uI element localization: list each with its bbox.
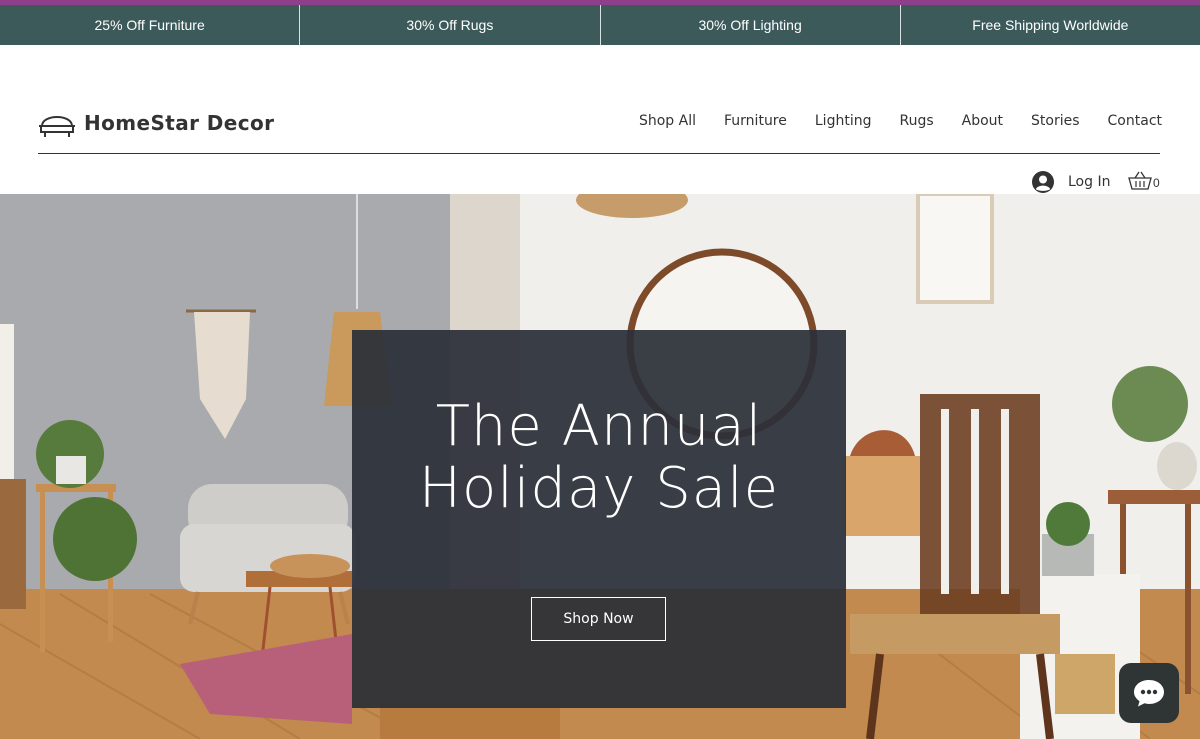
login-label: Log In bbox=[1068, 174, 1111, 190]
login-button[interactable]: Log In bbox=[1032, 171, 1110, 193]
hero-title: The Annual Holiday Sale bbox=[352, 396, 846, 520]
cart-count: 0 bbox=[1153, 176, 1160, 190]
user-avatar-icon bbox=[1032, 171, 1054, 193]
chat-bubble-icon bbox=[1134, 680, 1164, 707]
promo-furniture[interactable]: 25% Off Furniture bbox=[0, 5, 301, 45]
sofa-logo-icon bbox=[39, 116, 75, 137]
brand-logo[interactable]: HomeStar Decor bbox=[38, 107, 274, 139]
nav-contact[interactable]: Contact bbox=[1108, 113, 1162, 129]
nav-furniture[interactable]: Furniture bbox=[724, 113, 787, 129]
nav-shop-all[interactable]: Shop All bbox=[639, 113, 696, 129]
chat-button[interactable] bbox=[1119, 663, 1179, 723]
brand-name: HomeStar Decor bbox=[84, 111, 275, 135]
hero-title-line2: Holiday Sale bbox=[418, 456, 780, 521]
cart-button[interactable]: 0 bbox=[1128, 171, 1160, 191]
hero-title-line1: The Annual bbox=[435, 394, 763, 459]
promo-rugs[interactable]: 30% Off Rugs bbox=[300, 5, 601, 45]
nav-stories[interactable]: Stories bbox=[1031, 113, 1080, 129]
main-nav: Shop All Furniture Lighting Rugs About S… bbox=[639, 113, 1162, 129]
basket-icon bbox=[1128, 171, 1152, 190]
nav-lighting[interactable]: Lighting bbox=[815, 113, 872, 129]
shop-now-button[interactable]: Shop Now bbox=[531, 597, 666, 641]
hero-banner: The Annual Holiday Sale Shop Now bbox=[0, 194, 1200, 739]
promo-lighting[interactable]: 30% Off Lighting bbox=[601, 5, 901, 45]
promo-shipping[interactable]: Free Shipping Worldwide bbox=[901, 5, 1200, 45]
promo-bar: 25% Off Furniture 30% Off Rugs 30% Off L… bbox=[0, 5, 1200, 45]
hero-overlay-panel: The Annual Holiday Sale Shop Now bbox=[352, 330, 846, 708]
nav-rugs[interactable]: Rugs bbox=[899, 113, 933, 129]
site-header: HomeStar Decor Shop All Furniture Lighti… bbox=[0, 45, 1200, 215]
nav-about[interactable]: About bbox=[962, 113, 1003, 129]
header-divider bbox=[38, 153, 1160, 154]
